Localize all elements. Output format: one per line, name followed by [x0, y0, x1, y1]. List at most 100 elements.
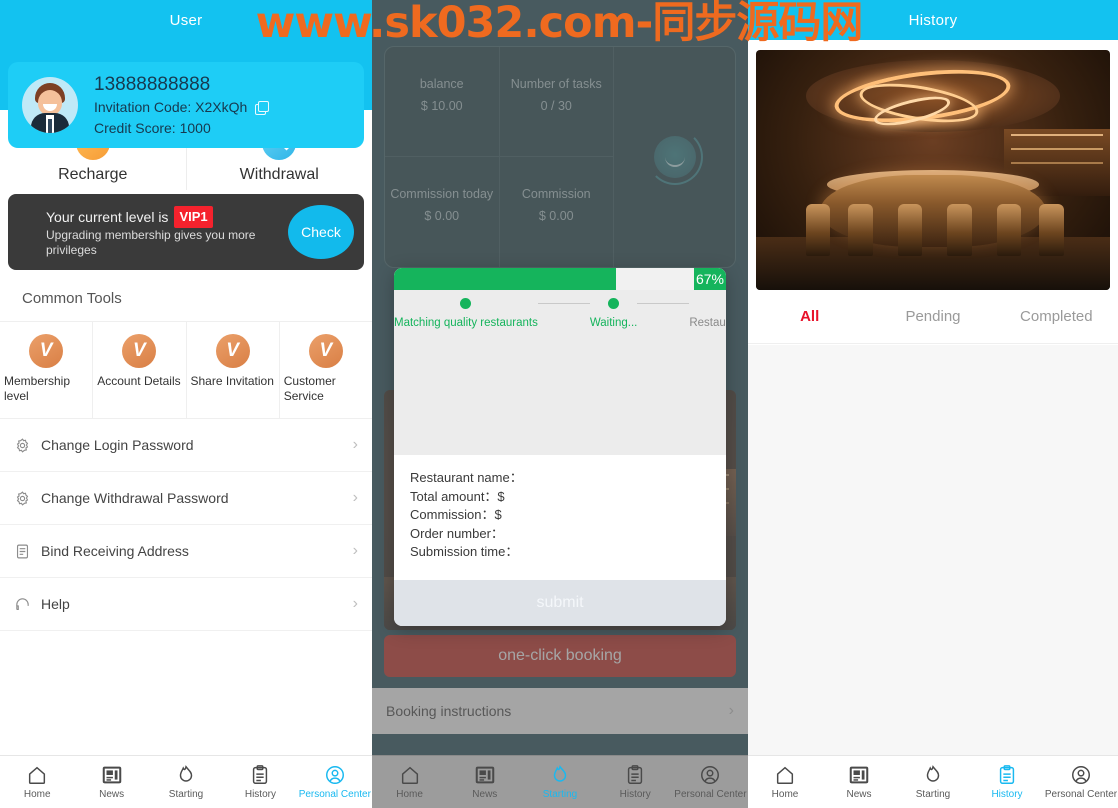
user-icon	[325, 766, 344, 784]
clipboard-icon	[999, 765, 1015, 784]
progress-bar-fill	[394, 268, 617, 290]
step-label: Restaurant confirmed	[689, 317, 726, 329]
clipboard-icon	[253, 765, 268, 784]
tab-label: Personal Center	[298, 789, 371, 800]
step-matching-restaurants: Matching quality restaurants	[394, 298, 538, 329]
gear-icon	[16, 437, 29, 453]
vip-badge-icon: V	[215, 334, 250, 368]
chevron-right-icon: ›	[352, 489, 358, 506]
headset-icon	[16, 597, 29, 610]
news-icon	[849, 766, 869, 784]
menu-change-login-password[interactable]: Change Login Password ›	[0, 419, 372, 472]
flame-icon	[553, 765, 567, 782]
panel-starting: Starting balance $ 10.00 Number of tasks…	[372, 0, 748, 808]
progress-bar: 67%	[394, 268, 726, 290]
clipboard-icon	[16, 544, 29, 558]
copy-icon[interactable]	[255, 100, 270, 115]
tab-label: News	[99, 789, 125, 800]
booking-progress-modal: 67% Matching quality restaurants Waiting…	[394, 268, 726, 626]
tab-filter-completed[interactable]: Completed	[995, 308, 1118, 325]
vip-text: Your current level is VIP1 Upgrading mem…	[46, 206, 288, 258]
tab-filter-pending[interactable]: Pending	[871, 308, 994, 325]
step-dot-icon	[460, 298, 472, 309]
bottom-tabbar-history: Home News Starting History Personal Cent…	[748, 755, 1118, 808]
panel-personal-center: User 13888888888 Invitation Code: X2XkQh…	[0, 0, 372, 808]
progress-percent-label: 67%	[693, 268, 726, 290]
avatar	[22, 77, 78, 133]
menu-change-withdrawal-password[interactable]: Change Withdrawal Password ›	[0, 472, 372, 525]
menu-label: Change Login Password	[41, 437, 194, 453]
news-icon	[102, 766, 121, 784]
step-connector	[537, 303, 590, 304]
vip-status-badge: VIP1	[174, 206, 213, 228]
bottom-tabbar-personal: Home News Starting History Personal Cent…	[0, 755, 372, 808]
tab-history[interactable]: History	[223, 756, 297, 808]
home-icon	[776, 766, 794, 784]
menu-label: Help	[41, 596, 70, 612]
tab-label: Starting	[168, 789, 204, 800]
tab-label: Personal Center	[1044, 789, 1118, 800]
step-waiting: Waiting...	[589, 298, 638, 329]
profile-phone: 13888888888	[94, 73, 211, 95]
menu-bind-receiving-address[interactable]: Bind Receiving Address ›	[0, 525, 372, 578]
history-list-empty	[748, 345, 1118, 755]
tab-label: Starting	[915, 789, 951, 800]
tab-starting[interactable]: Starting	[522, 756, 597, 808]
common-tools-title: Common Tools	[0, 270, 372, 322]
history-body: All Pending Completed	[748, 40, 1118, 808]
tab-history[interactable]: History	[598, 756, 673, 808]
tab-label: Starting	[542, 789, 578, 800]
tab-home[interactable]: Home	[372, 756, 447, 808]
page-title-history: History	[748, 0, 1118, 40]
vip-badge-icon: V	[29, 334, 64, 368]
tab-news[interactable]: News	[447, 756, 522, 808]
tab-label: Home	[396, 789, 423, 800]
tab-starting[interactable]: Starting	[149, 756, 223, 808]
tab-filter-all[interactable]: All	[748, 308, 871, 325]
vip-banner: Your current level is VIP1 Upgrading mem…	[8, 194, 364, 270]
profile-card[interactable]: 13888888888 Invitation Code: X2XkQh Cred…	[8, 62, 364, 148]
submit-button[interactable]: submit	[394, 579, 726, 626]
tab-label: News	[846, 789, 872, 800]
tool-label: Membership level	[4, 374, 71, 403]
chevron-right-icon: ›	[352, 595, 358, 612]
tab-label: Personal Center	[674, 789, 747, 800]
tab-starting[interactable]: Starting	[896, 756, 970, 808]
menu-help[interactable]: Help ›	[0, 578, 372, 631]
tool-account-details[interactable]: V Account Details	[92, 322, 185, 418]
tool-label: Share Invitation	[190, 374, 274, 388]
tab-news[interactable]: News	[822, 756, 896, 808]
panel-history: History All Pending Completed Home News …	[748, 0, 1118, 808]
tab-label: History	[619, 789, 651, 800]
invitation-code-row[interactable]: Invitation Code: X2XkQh	[94, 97, 270, 118]
tool-customer-service[interactable]: V Customer Service	[278, 322, 372, 418]
tool-label: Account Details	[97, 374, 181, 388]
page-title-personal: User	[0, 0, 372, 40]
common-tools-grid: V Membership level V Account Details V S…	[0, 322, 372, 419]
tab-home[interactable]: Home	[0, 756, 74, 808]
news-icon	[475, 766, 495, 784]
detail-total-amount: Total amount：$	[410, 488, 505, 504]
vip-check-button[interactable]: Check	[288, 205, 354, 259]
history-filter-tabs: All Pending Completed	[748, 290, 1118, 344]
tab-personal-center[interactable]: Personal Center	[298, 756, 372, 808]
tab-history[interactable]: History	[970, 756, 1044, 808]
withdrawal-label: Withdrawal	[239, 166, 319, 183]
clipboard-icon	[628, 765, 643, 784]
tool-membership-level[interactable]: V Membership level	[0, 322, 92, 418]
three-panel-screenshot: User 13888888888 Invitation Code: X2XkQh…	[0, 0, 1118, 808]
user-icon	[701, 766, 720, 784]
progress-steps: Matching quality restaurants Waiting... …	[394, 290, 726, 333]
tool-share-invitation[interactable]: V Share Invitation	[185, 322, 279, 418]
step-restaurant-confirmed: Restaurant confirmed	[689, 298, 726, 329]
tab-personal-center[interactable]: Personal Center	[1044, 756, 1118, 808]
step-label: Waiting...	[589, 317, 638, 329]
tab-home[interactable]: Home	[748, 756, 822, 808]
tab-personal-center[interactable]: Personal Center	[673, 756, 748, 808]
recharge-label: Recharge	[58, 166, 128, 183]
detail-order-number: Order number：	[410, 525, 504, 541]
home-icon	[401, 766, 418, 784]
flame-icon	[179, 765, 193, 782]
tab-label: History	[991, 789, 1023, 800]
tab-news[interactable]: News	[74, 756, 148, 808]
